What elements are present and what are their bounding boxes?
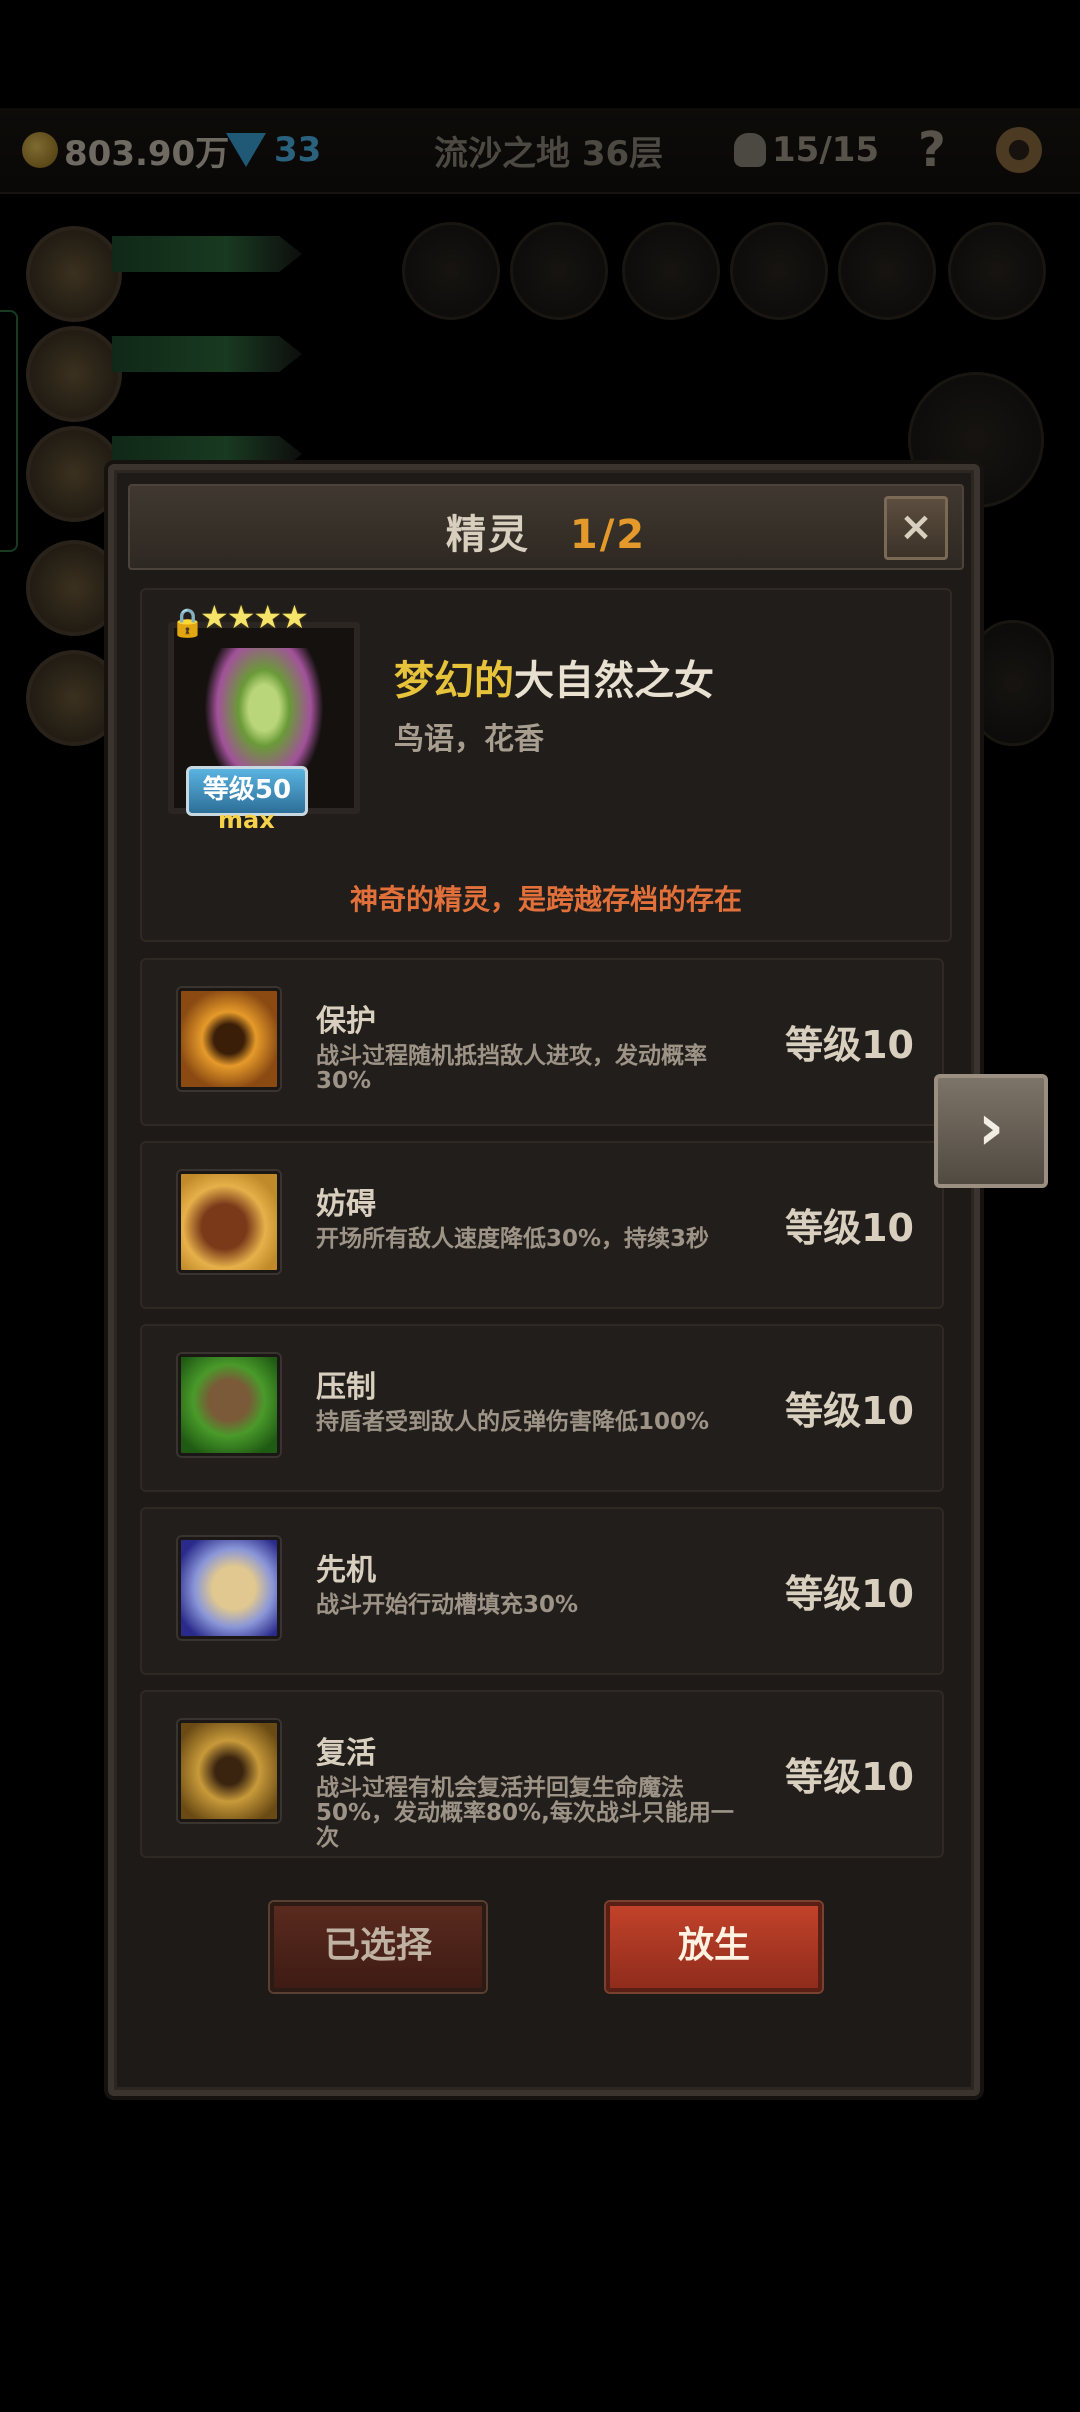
gear-icon <box>996 127 1042 173</box>
coffin-icon[interactable] <box>730 222 828 320</box>
dialog-title-text: 精灵 <box>445 512 530 558</box>
lock-icon[interactable]: 🔒 <box>170 608 205 638</box>
close-button[interactable]: × <box>884 496 948 560</box>
sprite-description: 神奇的精灵，是跨越存档的存在 <box>349 883 742 916</box>
hero-portrait[interactable] <box>26 226 122 322</box>
skill-name: 复活 <box>316 1736 376 1771</box>
chained-boot-icon <box>178 1171 280 1273</box>
fairy-shield-icon <box>178 988 280 1090</box>
hero-hp-bar <box>112 336 302 372</box>
skill-list: 保护 战斗过程随机抵挡敌人进攻，发动概率30% 等级10 妨碍 开场所有敌人速度… <box>140 958 948 1873</box>
sprite-info-panel: 🔒 ★★★★ 等级50 max 梦幻的大自然之女 鸟语，花香 神奇的精灵，是跨越… <box>140 588 952 942</box>
sprite-name-prefix: 梦幻的 <box>394 658 514 704</box>
eye-icon[interactable] <box>622 222 720 320</box>
skill-level: 等级10 <box>785 1755 914 1799</box>
dialog-header: 精灵 1/2 × <box>128 484 964 570</box>
skill-name: 保护 <box>316 1004 376 1039</box>
gem-value: 33 <box>274 130 322 170</box>
skill-name: 妨碍 <box>316 1187 376 1222</box>
skill-row: 保护 战斗过程随机抵挡敌人进攻，发动概率30% 等级10 <box>140 958 944 1126</box>
claw-icon <box>178 1354 280 1456</box>
skill-row: 妨碍 开场所有敌人速度降低30%，持续3秒 等级10 <box>140 1141 944 1309</box>
help-label: ? <box>918 122 946 178</box>
location-label: 流沙之地 36层 <box>434 126 663 174</box>
max-label: max <box>218 806 275 834</box>
skill-description: 战斗过程有机会复活并回复生命魔法50%，发动概率80%,每次战斗只能用一次 <box>316 1775 734 1851</box>
star-rating: ★★★★ <box>200 598 309 636</box>
pumpkin-icon[interactable] <box>838 222 936 320</box>
skill-name: 先机 <box>316 1553 376 1588</box>
feather-icon[interactable] <box>948 222 1046 320</box>
key-icon[interactable] <box>510 222 608 320</box>
skill-level: 等级10 <box>785 1572 914 1616</box>
skull-icon <box>734 133 766 167</box>
skill-description: 开场所有敌人速度降低30%，持续3秒 <box>316 1226 710 1252</box>
kill-counter: 15/15 <box>734 126 879 174</box>
close-icon: × <box>899 504 933 550</box>
next-page-button[interactable]: › <box>934 1074 1048 1188</box>
skill-description: 战斗过程随机抵挡敌人进攻，发动概率30% <box>316 1043 707 1094</box>
skill-row: 压制 持盾者受到敌人的反弹伤害降低100% 等级10 <box>140 1324 944 1492</box>
gold-counter: 803.90万 <box>22 126 229 174</box>
leopard-icon <box>178 1537 280 1639</box>
sprite-dialog: 精灵 1/2 × 🔒 ★★★★ 等级50 max 梦幻的大自然之女 鸟语，花香 神… <box>108 464 980 2096</box>
skill-level: 等级10 <box>785 1206 914 1250</box>
gift-icon[interactable] <box>402 222 500 320</box>
sprite-subtitle: 鸟语，花香 <box>394 722 544 757</box>
page-indicator: 1/2 <box>569 512 647 558</box>
dialog-title: 精灵 1/2 <box>130 502 962 560</box>
location-text: 流沙之地 36层 <box>434 133 664 174</box>
bat-icon <box>972 620 1054 746</box>
hero-portrait[interactable] <box>26 326 122 422</box>
help-button[interactable]: ? <box>918 122 946 178</box>
release-button[interactable]: 放生 <box>606 1902 822 1992</box>
side-panel-tab[interactable] <box>0 310 18 552</box>
skill-name: 压制 <box>316 1370 376 1405</box>
gold-value: 803.90万 <box>64 133 230 174</box>
skill-row: 先机 战斗开始行动槽填充30% 等级10 <box>140 1507 944 1675</box>
coin-icon <box>22 132 58 168</box>
chevron-right-icon: › <box>977 1091 1005 1165</box>
sprite-name: 梦幻的大自然之女 <box>394 648 714 706</box>
kill-value: 15/15 <box>772 130 880 170</box>
skill-level: 等级10 <box>785 1023 914 1067</box>
revive-icon <box>178 1720 280 1822</box>
skill-description: 持盾者受到敌人的反弹伤害降低100% <box>316 1409 710 1435</box>
hero-hp-bar <box>112 236 302 272</box>
gem-icon <box>226 133 266 167</box>
skill-description: 战斗开始行动槽填充30% <box>316 1592 579 1618</box>
resource-bar: 803.90万 33 流沙之地 36层 15/15 ? <box>0 108 1080 194</box>
settings-button[interactable] <box>996 126 1042 174</box>
gem-counter: 33 <box>226 126 321 174</box>
selected-button[interactable]: 已选择 <box>270 1902 486 1992</box>
skill-level: 等级10 <box>785 1389 914 1433</box>
skill-row: 复活 战斗过程有机会复活并回复生命魔法50%，发动概率80%,每次战斗只能用一次… <box>140 1690 944 1858</box>
sprite-name-main: 大自然之女 <box>514 658 714 704</box>
